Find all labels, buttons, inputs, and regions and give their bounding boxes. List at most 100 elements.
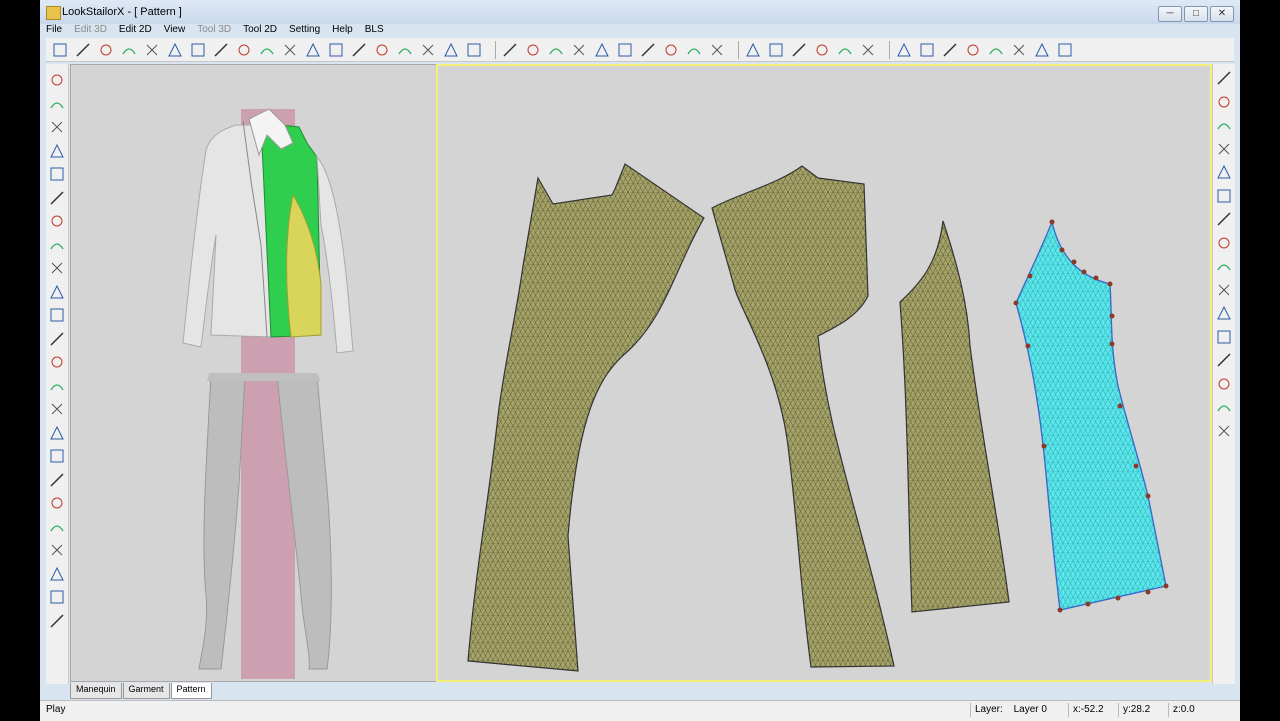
eraser-icon[interactable] <box>663 42 679 58</box>
chart-icon[interactable] <box>1216 164 1232 180</box>
image-icon[interactable] <box>1216 329 1232 345</box>
redo-icon[interactable] <box>167 42 183 58</box>
menu-file[interactable]: File <box>44 24 64 35</box>
close-icon[interactable] <box>1216 423 1232 439</box>
menu-help[interactable]: Help <box>330 24 355 35</box>
ruler-icon[interactable] <box>709 42 725 58</box>
fill-icon[interactable] <box>49 143 65 159</box>
knife-icon[interactable] <box>49 119 65 135</box>
delete-icon[interactable] <box>1216 235 1232 251</box>
number-icon[interactable] <box>49 260 65 276</box>
new-icon[interactable] <box>52 42 68 58</box>
garment-icon[interactable] <box>965 42 981 58</box>
menu-setting[interactable]: Setting <box>287 24 322 35</box>
menu-view[interactable]: View <box>162 24 188 35</box>
node-icon[interactable] <box>49 331 65 347</box>
mirror-icon[interactable] <box>791 42 807 58</box>
copy-icon[interactable] <box>49 190 65 206</box>
bezier-icon[interactable] <box>594 42 610 58</box>
zoom-icon[interactable] <box>236 42 252 58</box>
shirt-icon[interactable] <box>49 495 65 511</box>
close-button[interactable]: ✕ <box>1210 6 1234 22</box>
move-icon[interactable] <box>374 42 390 58</box>
line-icon[interactable] <box>502 42 518 58</box>
render-icon[interactable] <box>305 42 321 58</box>
pattern-viewport-2d[interactable] <box>436 64 1212 682</box>
circle-icon[interactable] <box>49 401 65 417</box>
tab-manequin[interactable]: Manequin <box>70 683 122 699</box>
arc-icon[interactable] <box>617 42 633 58</box>
line-tool-icon[interactable] <box>1216 94 1232 110</box>
triangle-icon[interactable] <box>837 42 853 58</box>
distribute-icon[interactable] <box>768 42 784 58</box>
edit-icon[interactable] <box>1216 117 1232 133</box>
maximize-button[interactable]: □ <box>1184 6 1208 22</box>
mesh-icon[interactable] <box>351 42 367 58</box>
hand-icon[interactable] <box>282 42 298 58</box>
grid-icon[interactable] <box>397 42 413 58</box>
shirt-icon[interactable] <box>49 472 65 488</box>
text-icon[interactable] <box>1216 305 1232 321</box>
view-icon[interactable] <box>190 42 206 58</box>
copy-icon[interactable] <box>1216 352 1232 368</box>
ellipse-icon[interactable] <box>49 307 65 323</box>
rotate-icon[interactable] <box>259 42 275 58</box>
viewport-3d[interactable] <box>70 64 437 682</box>
menu-edit-2d[interactable]: Edit 2D <box>117 24 154 35</box>
pattern-piece-front[interactable] <box>467 163 705 672</box>
pattern-piece-selected[interactable] <box>1015 219 1167 611</box>
stitch-icon[interactable] <box>49 425 65 441</box>
minimize-button[interactable]: ─ <box>1158 6 1182 22</box>
pattern-piece-side[interactable] <box>899 220 1010 613</box>
corner-icon[interactable] <box>1216 188 1232 204</box>
coat-icon[interactable] <box>1011 42 1027 58</box>
export-icon[interactable] <box>443 42 459 58</box>
dress-icon[interactable] <box>1057 42 1073 58</box>
open-icon[interactable] <box>75 42 91 58</box>
paste-icon[interactable] <box>49 566 65 582</box>
curve-icon[interactable] <box>525 42 541 58</box>
pointer-icon[interactable] <box>1216 70 1232 86</box>
pencil-icon[interactable] <box>49 96 65 112</box>
select-icon[interactable] <box>49 72 65 88</box>
color-icon[interactable] <box>896 42 912 58</box>
save-icon[interactable] <box>98 42 114 58</box>
menu-edit-3d[interactable]: Edit 3D <box>72 24 109 35</box>
save-as-icon[interactable] <box>121 42 137 58</box>
grid-icon[interactable] <box>49 284 65 300</box>
measure-icon[interactable] <box>686 42 702 58</box>
tab-garment[interactable]: Garment <box>122 683 170 699</box>
edit-icon[interactable] <box>1216 141 1232 157</box>
notch-icon[interactable] <box>640 42 656 58</box>
paste-icon[interactable] <box>1216 376 1232 392</box>
shirt-icon[interactable] <box>49 448 65 464</box>
texture-icon[interactable] <box>328 42 344 58</box>
tab-pattern[interactable]: Pattern <box>170 683 212 699</box>
align-icon[interactable] <box>745 42 761 58</box>
grid-icon[interactable] <box>1216 282 1232 298</box>
menu-bls[interactable]: BLS <box>363 24 386 35</box>
grid-color-icon[interactable] <box>942 42 958 58</box>
point-icon[interactable] <box>571 42 587 58</box>
import-icon[interactable] <box>420 42 436 58</box>
line-icon[interactable] <box>49 166 65 182</box>
pen-icon[interactable] <box>548 42 564 58</box>
menu-tool-3d[interactable]: Tool 3D <box>195 24 233 35</box>
close-icon[interactable] <box>49 613 65 629</box>
pattern-piece-back[interactable] <box>711 165 895 668</box>
curve-icon[interactable] <box>49 354 65 370</box>
pants-icon[interactable] <box>1034 42 1050 58</box>
save-all-icon[interactable] <box>466 42 482 58</box>
paste-icon[interactable] <box>49 542 65 558</box>
split-icon[interactable] <box>49 213 65 229</box>
tape-icon[interactable] <box>860 42 876 58</box>
scissors-icon[interactable] <box>1216 399 1232 415</box>
layers-icon[interactable] <box>1216 258 1232 274</box>
measure-icon[interactable] <box>49 378 65 394</box>
shirt-icon[interactable] <box>988 42 1004 58</box>
shirt-icon[interactable] <box>49 519 65 535</box>
offset-icon[interactable] <box>1216 211 1232 227</box>
scissors-icon[interactable] <box>49 589 65 605</box>
pan-icon[interactable] <box>213 42 229 58</box>
undo-icon[interactable] <box>144 42 160 58</box>
